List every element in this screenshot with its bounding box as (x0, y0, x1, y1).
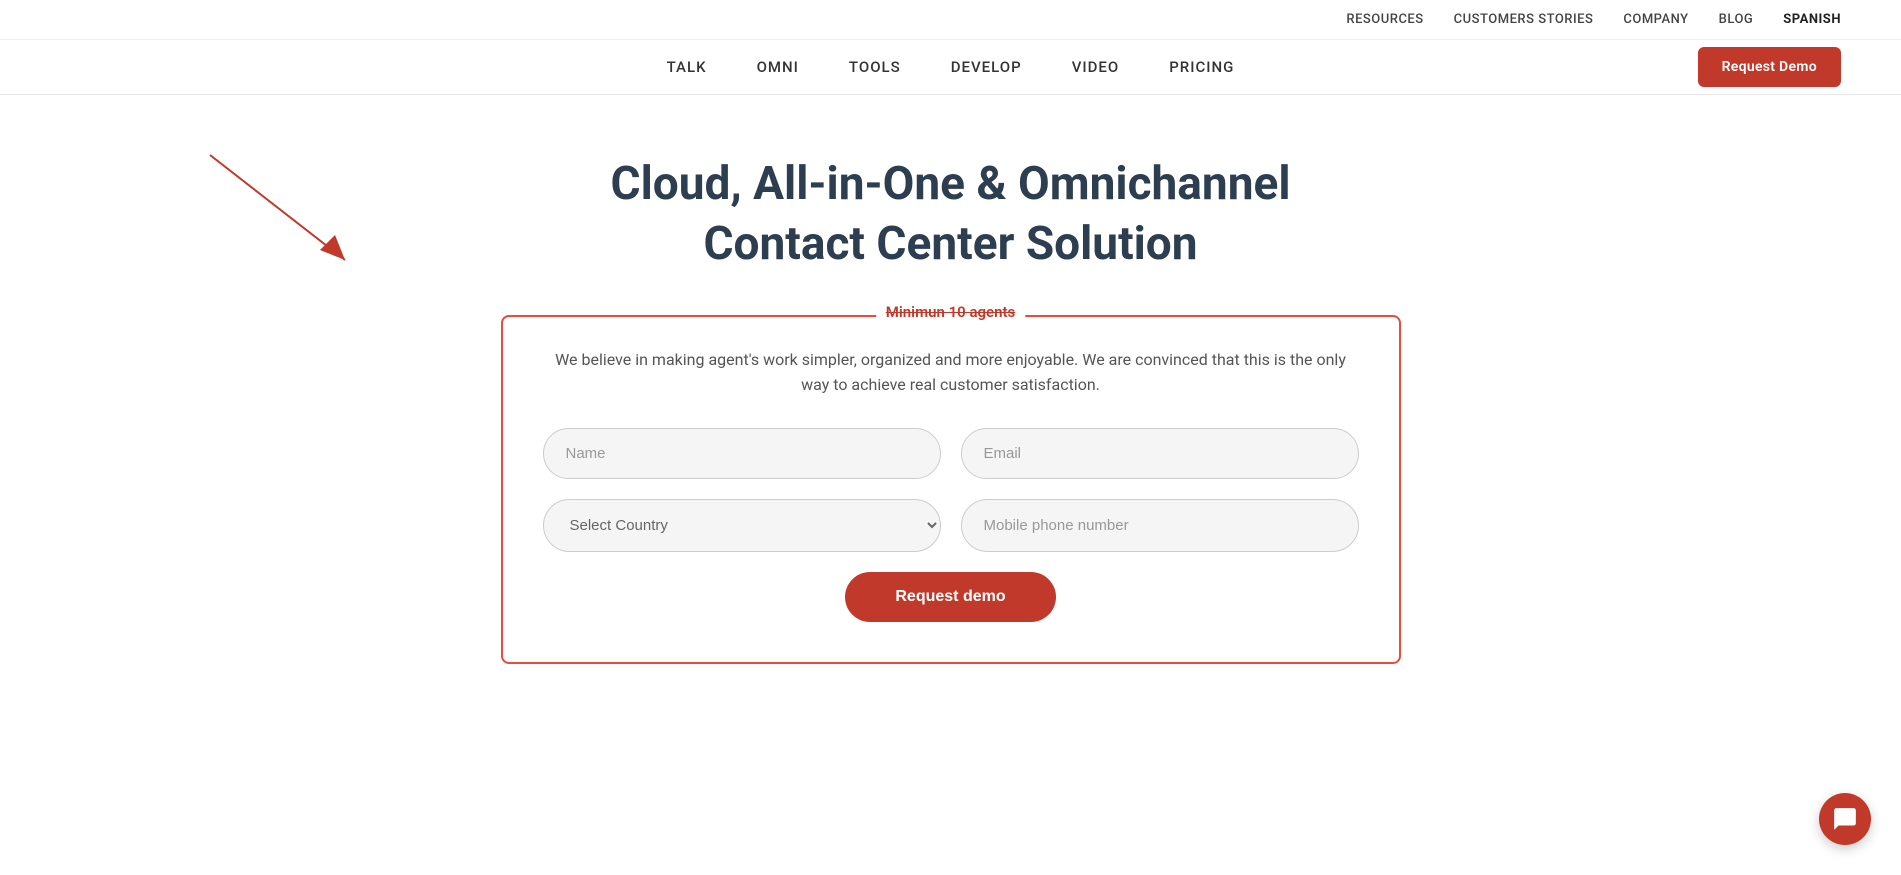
minimum-label: Minimun 10 agents (876, 303, 1025, 321)
main-nav: TALK OMNI TOOLS DEVELOP VIDEO PRICING Re… (0, 40, 1901, 95)
hero-title: Cloud, All-in-One & Omnichannel Contact … (610, 155, 1290, 275)
form-actions: Request demo (543, 572, 1359, 622)
form-row-1 (543, 428, 1359, 479)
nav-talk[interactable]: TALK (667, 58, 707, 76)
email-input[interactable] (961, 428, 1359, 479)
chat-bubble[interactable] (1819, 793, 1871, 845)
nav-spanish[interactable]: SPANISH (1783, 12, 1841, 27)
phone-input[interactable] (961, 499, 1359, 552)
arrow-decoration (200, 145, 360, 279)
form-card: Minimun 10 agents We believe in making a… (501, 315, 1401, 664)
request-demo-button[interactable]: Request Demo (1698, 47, 1841, 87)
name-input[interactable] (543, 428, 941, 479)
hero-section: Cloud, All-in-One & Omnichannel Contact … (0, 95, 1901, 684)
nav-blog[interactable]: BLOG (1719, 12, 1754, 27)
nav-video[interactable]: VIDEO (1072, 58, 1120, 76)
nav-pricing[interactable]: PRICING (1169, 58, 1234, 76)
nav-customers-stories[interactable]: CUSTOMERS STORIES (1454, 12, 1594, 27)
nav-omni[interactable]: OMNI (757, 58, 799, 76)
nav-resources[interactable]: RESOURCES (1346, 12, 1423, 27)
nav-company[interactable]: COMPANY (1623, 12, 1688, 27)
submit-button[interactable]: Request demo (845, 572, 1055, 622)
nav-tools[interactable]: TOOLS (849, 58, 901, 76)
form-row-2: Select Country United States United King… (543, 499, 1359, 552)
country-select[interactable]: Select Country United States United King… (543, 499, 941, 552)
top-nav: RESOURCES CUSTOMERS STORIES COMPANY BLOG… (0, 0, 1901, 40)
nav-develop[interactable]: DEVELOP (951, 58, 1022, 76)
chat-icon (1832, 806, 1858, 832)
form-description: We believe in making agent's work simple… (543, 347, 1359, 398)
